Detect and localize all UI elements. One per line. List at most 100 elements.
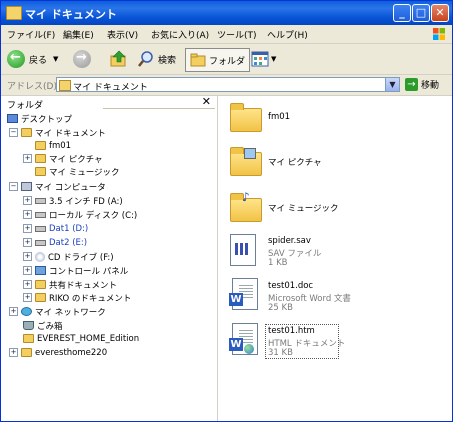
tree-item-mypictures[interactable]: + マイ ピクチャ (23, 152, 103, 165)
tree-label: ローカル ディスク (C:) (49, 210, 138, 221)
address-input[interactable]: マイ ドキュメント ▼ (56, 77, 400, 93)
music-folder-icon (35, 167, 46, 176)
menu-view[interactable]: 表示(V) (107, 28, 138, 41)
tree-item-fm01[interactable]: fm01 (35, 139, 71, 152)
maximize-button[interactable]: □ (412, 4, 430, 22)
tree-label: fm01 (49, 140, 72, 151)
control-panel-icon (35, 266, 46, 275)
tree-item-cpanel[interactable]: + コントロール パネル (23, 264, 128, 277)
tree-item-mycomputer[interactable]: − マイ コンピュータ (9, 180, 106, 193)
word-document-icon: W (229, 278, 258, 310)
expand-icon[interactable]: + (9, 307, 18, 316)
tree-item-dat2[interactable]: + Dat2 (E:) (23, 236, 87, 249)
forward-button[interactable] (73, 48, 91, 70)
tree-label: CD ドライブ (F:) (48, 252, 114, 263)
tree-item-mymusic[interactable]: マイ ミュージック (35, 165, 120, 178)
hard-drive-icon (35, 239, 46, 246)
up-folder-button[interactable] (109, 48, 129, 70)
tree-item-shareddocs[interactable]: + 共有ドキュメント (23, 278, 117, 291)
sav-file-icon (230, 234, 256, 266)
address-value: マイ ドキュメント (73, 83, 148, 93)
collapse-icon[interactable]: − (9, 128, 18, 137)
tree-label: ごみ箱 (37, 321, 63, 332)
picture-folder-icon (35, 154, 46, 163)
hard-drive-icon (35, 225, 46, 232)
tree-label: EVEREST_HOME_Edition (37, 333, 140, 344)
title-bar[interactable]: マイ ドキュメント _ □ ✕ (1, 1, 452, 25)
go-arrow-icon: → (405, 78, 418, 91)
folder-icon (21, 128, 32, 137)
expand-icon[interactable]: + (23, 224, 32, 233)
folder-icon (35, 280, 46, 289)
menu-tools[interactable]: ツール(T) (217, 28, 257, 41)
menu-file[interactable]: ファイル(F) (7, 28, 55, 41)
search-label: 検索 (158, 55, 177, 66)
go-button[interactable]: → 移動 (405, 78, 439, 91)
minimize-button[interactable]: _ (393, 4, 411, 22)
folder-icon (23, 334, 34, 343)
folder-icon (35, 293, 46, 302)
tree-item-localdisk[interactable]: + ローカル ディスク (C:) (23, 208, 137, 221)
menu-bar: ファイル(F) 編集(E) 表示(V) お気に入り(A) ツール(T) ヘルプ(… (1, 25, 452, 44)
item-size: 25 KB (268, 303, 293, 313)
tree-label: マイ ピクチャ (49, 154, 103, 165)
search-button[interactable]: 検索 (137, 48, 176, 70)
header-divider (103, 108, 215, 109)
tree-item-rikodocs[interactable]: + RIKO のドキュメント (23, 291, 131, 304)
expand-icon[interactable]: + (23, 196, 32, 205)
item-size: 1 KB (268, 258, 288, 268)
recycle-bin-icon (23, 321, 34, 330)
expand-icon[interactable]: + (23, 238, 32, 247)
tree-item-mydocs[interactable]: − マイ ドキュメント (9, 126, 106, 139)
collapse-icon[interactable]: − (9, 182, 18, 191)
views-button[interactable]: ▼ (251, 48, 276, 70)
tree-label: Dat2 (E:) (49, 237, 88, 248)
item-name: fm01 (268, 112, 291, 122)
item-size: 31 KB (268, 348, 293, 358)
forward-arrow-icon (73, 50, 91, 68)
address-bar: アドレス(D) マイ ドキュメント ▼ → 移動 (1, 75, 452, 96)
tree-item-dat1[interactable]: + Dat1 (D:) (23, 222, 88, 235)
expand-icon[interactable]: + (9, 348, 18, 357)
music-note-icon: ♪ (242, 190, 250, 204)
go-label: 移動 (421, 81, 440, 91)
tree-label: 共有ドキュメント (49, 280, 118, 291)
folder-icon (35, 141, 46, 150)
tree-label: Dat1 (D:) (49, 223, 89, 234)
tree-item-everest[interactable]: EVEREST_HOME_Edition (23, 332, 139, 345)
address-dropdown-icon[interactable]: ▼ (385, 78, 399, 91)
tree-item-desktop[interactable]: デスクトップ (7, 112, 72, 125)
tree-item-everesthome[interactable]: + everesthome220 (9, 346, 107, 359)
tree-item-network[interactable]: + マイ ネットワーク (9, 305, 106, 318)
expand-icon[interactable]: + (23, 293, 32, 302)
folder-icon (230, 103, 262, 132)
menu-help[interactable]: ヘルプ(H) (267, 28, 308, 41)
tree-label: コントロール パネル (49, 266, 129, 277)
close-icon[interactable]: ✕ (202, 96, 211, 108)
globe-icon (244, 344, 254, 354)
menu-favorites[interactable]: お気に入り(A) (151, 28, 209, 41)
search-icon (138, 51, 153, 67)
address-label: アドレス(D) (7, 82, 57, 92)
tree-item-trash[interactable]: ごみ箱 (23, 319, 63, 332)
expand-icon[interactable]: + (23, 252, 32, 261)
expand-icon[interactable]: + (23, 154, 32, 163)
floppy-drive-icon (35, 197, 46, 204)
close-button[interactable]: ✕ (431, 4, 449, 22)
tree-item-cd[interactable]: + CD ドライブ (F:) (23, 250, 114, 263)
explorer-window: マイ ドキュメント _ □ ✕ ファイル(F) 編集(E) 表示(V) お気に入… (0, 0, 453, 422)
tree-item-floppy[interactable]: + 3.5 インチ FD (A:) (23, 194, 123, 207)
chevron-down-icon[interactable]: ▼ (53, 55, 58, 63)
tree-label: デスクトップ (21, 114, 73, 125)
tree-label: 3.5 インチ FD (A:) (49, 196, 123, 207)
expand-icon[interactable]: + (23, 280, 32, 289)
item-name: spider.sav (268, 236, 311, 246)
tree-label: マイ ネットワーク (35, 307, 106, 318)
tree-label: マイ ドキュメント (35, 128, 106, 139)
picture-icon (244, 148, 256, 159)
expand-icon[interactable]: + (23, 266, 32, 275)
menu-edit[interactable]: 編集(E) (63, 28, 94, 41)
folders-button[interactable]: フォルダ (185, 48, 251, 72)
expand-icon[interactable]: + (23, 210, 32, 219)
back-button[interactable]: 戻る ▼ (7, 48, 58, 70)
